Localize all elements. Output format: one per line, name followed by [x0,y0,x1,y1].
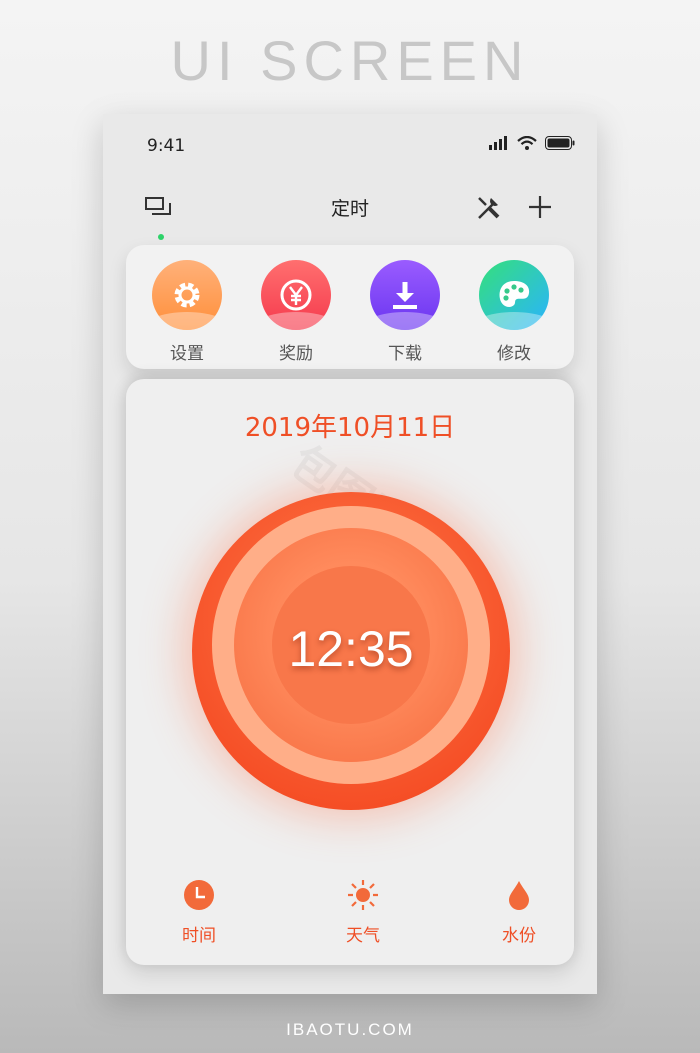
status-time: 9:41 [147,136,186,156]
tab-weather[interactable]: 天气 [323,879,403,946]
tab-label: 时间 [182,926,216,946]
gear-icon [174,282,200,308]
quick-action-download[interactable]: 下载 [360,260,450,364]
quick-action-edit[interactable]: 修改 [469,260,559,364]
quick-action-label: 设置 [170,344,204,364]
quick-action-reward[interactable]: 奖励 [251,260,341,364]
tab-time[interactable]: 时间 [159,879,239,946]
timer-card: 2019年10月11日 包图网 12:35 时间 天气 [126,379,574,965]
wifi-icon [517,136,537,150]
plus-icon[interactable] [527,194,553,224]
palette-icon [499,281,530,307]
banner-footer: IBAOTU.COM [286,1020,414,1039]
battery-icon [545,136,575,150]
phone-screen: 9:41 定时 设置 奖励 下载 修改 2019年10月11日 12:35 时间… [103,114,597,994]
timer-dial[interactable]: 12:35 [192,492,510,810]
download-icon [393,282,417,309]
tab-label: 水份 [502,926,536,946]
page-title: 定时 [330,198,369,220]
edit-circle [479,260,549,330]
timer-time: 12:35 [288,621,414,677]
settings-circle [152,260,222,330]
quick-action-settings[interactable]: 设置 [142,260,232,364]
sun-icon [348,880,378,910]
tab-water[interactable]: 水份 [479,879,559,946]
clock-icon [184,880,214,910]
tools-icon[interactable] [475,194,503,226]
online-indicator [158,234,164,240]
quick-action-label: 修改 [497,344,531,364]
date-label: 2019年10月11日 [244,413,456,443]
yen-icon [280,279,312,311]
download-circle [370,260,440,330]
reward-circle [261,260,331,330]
tab-label: 天气 [346,926,380,946]
quick-action-label: 下载 [388,344,422,364]
banner-title: UI SCREEN [170,29,530,92]
signal-icon [489,136,507,150]
water-drop-icon [509,881,529,910]
status-icons [489,136,575,150]
quick-actions-card: 设置 奖励 下载 修改 [126,245,574,369]
quick-action-label: 奖励 [279,344,313,364]
